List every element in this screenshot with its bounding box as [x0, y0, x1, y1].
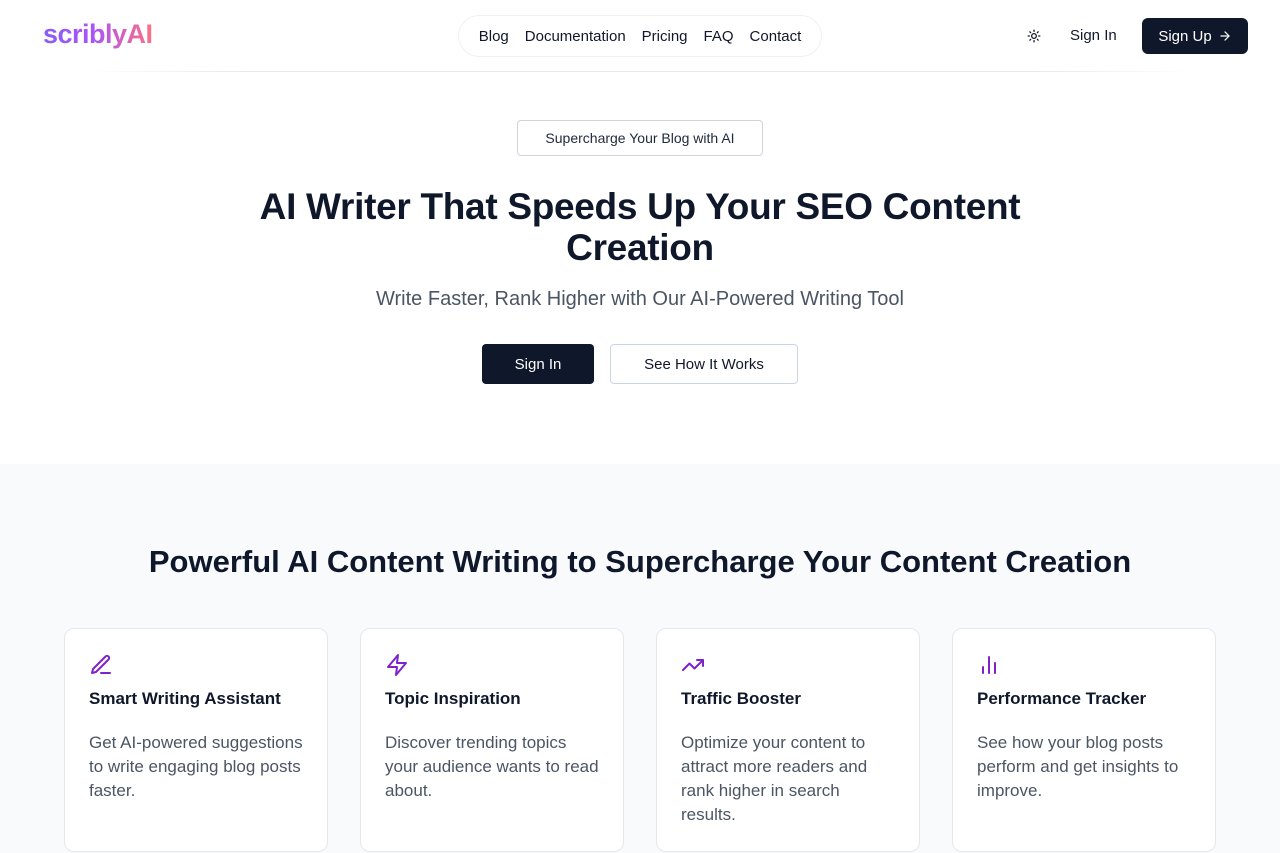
feature-card-title: Traffic Booster: [681, 689, 801, 708]
trending-up-icon: [682, 659, 704, 671]
nav-contact[interactable]: Contact: [750, 28, 802, 45]
feature-card-title: Performance Tracker: [977, 689, 1147, 708]
pencil-icon: [91, 654, 111, 674]
nav-blog[interactable]: Blog: [479, 28, 509, 45]
feature-card-smart-writing: Smart Writing Assistant Get AI-powered s…: [64, 628, 328, 852]
hero-subtitle: Write Faster, Rank Higher with Our AI-Po…: [376, 288, 904, 310]
arrow-right-icon: [1220, 31, 1230, 41]
sign-up-label: Sign Up: [1158, 27, 1212, 45]
feature-card-description: Optimize your content to attract more re…: [681, 733, 868, 824]
feature-card-description: See how your blog posts perform and get …: [977, 733, 1179, 800]
bar-chart-icon: [982, 656, 996, 674]
hero-sign-in-button[interactable]: Sign In: [482, 344, 594, 384]
sun-icon: [1027, 29, 1041, 43]
feature-card-performance-tracker: Performance Tracker See how your blog po…: [952, 628, 1216, 852]
header-sign-in-link[interactable]: Sign In: [1070, 24, 1117, 48]
hero-badge: Supercharge Your Blog with AI: [517, 120, 763, 156]
feature-card-title: Topic Inspiration: [385, 689, 521, 708]
feature-card-topic-inspiration: Topic Inspiration Discover trending topi…: [360, 628, 624, 852]
hero-section: Supercharge Your Blog with AI AI Writer …: [0, 72, 1280, 464]
feature-card-description: Get AI-powered suggestions to write enga…: [89, 733, 303, 800]
feature-card-description: Discover trending topics your audience w…: [385, 733, 599, 800]
feature-cards: Smart Writing Assistant Get AI-powered s…: [64, 628, 1216, 852]
nav-faq[interactable]: FAQ: [704, 28, 734, 45]
main-nav: Blog Documentation Pricing FAQ Contact: [458, 15, 822, 57]
logo[interactable]: scriblyAI: [43, 16, 153, 52]
site-header: scriblyAI Blog Documentation Pricing FAQ…: [0, 0, 1280, 72]
features-title: Powerful AI Content Writing to Superchar…: [148, 544, 1132, 579]
feature-card-traffic-booster: Traffic Booster Optimize your content to…: [656, 628, 920, 852]
sign-up-button[interactable]: Sign Up: [1142, 18, 1248, 54]
hero-title: AI Writer That Speeds Up Your SEO Conten…: [259, 186, 1021, 268]
feature-card-title: Smart Writing Assistant: [89, 689, 281, 708]
features-section: Powerful AI Content Writing to Superchar…: [0, 464, 1280, 853]
theme-toggle-button[interactable]: [1020, 22, 1048, 50]
see-how-it-works-button[interactable]: See How It Works: [610, 344, 798, 384]
nav-documentation[interactable]: Documentation: [525, 28, 626, 45]
lightning-icon: [387, 654, 407, 676]
nav-pricing[interactable]: Pricing: [642, 28, 688, 45]
